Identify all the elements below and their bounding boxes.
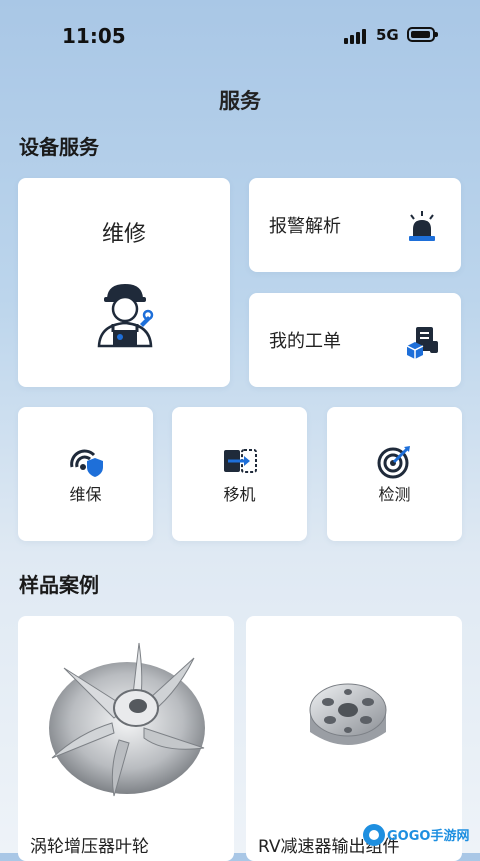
inspection-target-icon [377, 446, 410, 479]
watermark-logo: GOGO手游网 [363, 824, 469, 846]
section-title-equipment: 设备服务 [19, 135, 99, 159]
relocate-card[interactable]: 移机 [172, 407, 307, 541]
watermark-text: GOGO手游网 [387, 828, 469, 844]
inspection-card[interactable]: 检测 [327, 407, 462, 541]
work-order-icon [406, 327, 438, 359]
signal-icon [344, 28, 368, 44]
status-time: 11:05 [62, 24, 126, 48]
my-orders-card[interactable]: 我的工单 [249, 293, 461, 387]
maintenance-shield-icon [70, 449, 103, 477]
relocate-icon [224, 449, 257, 473]
technician-icon [97, 284, 154, 348]
status-bar: 11:05 5G [0, 0, 480, 70]
alarm-light-icon [409, 211, 435, 241]
alarm-analysis-card[interactable]: 报警解析 [249, 178, 461, 272]
sample-card[interactable]: 涡轮增压器叶轮 [18, 616, 234, 861]
rv-reducer-image [309, 683, 387, 745]
my-orders-label: 我的工单 [269, 331, 341, 352]
network-type: 5G [376, 26, 399, 44]
maintenance-label: 维保 [69, 485, 102, 504]
sample-name: 涡轮增压器叶轮 [30, 837, 149, 857]
inspection-label: 检测 [378, 485, 411, 504]
alarm-analysis-label: 报警解析 [269, 216, 341, 237]
battery-icon [407, 27, 438, 42]
relocate-label: 移机 [223, 485, 256, 504]
page-title: 服务 [219, 89, 261, 113]
maintenance-card[interactable]: 维保 [18, 407, 153, 541]
section-title-samples: 样品案例 [19, 573, 99, 597]
repair-label: 维修 [101, 222, 146, 247]
turbo-impeller-image [49, 642, 205, 797]
repair-card[interactable]: 维修 [18, 178, 230, 387]
